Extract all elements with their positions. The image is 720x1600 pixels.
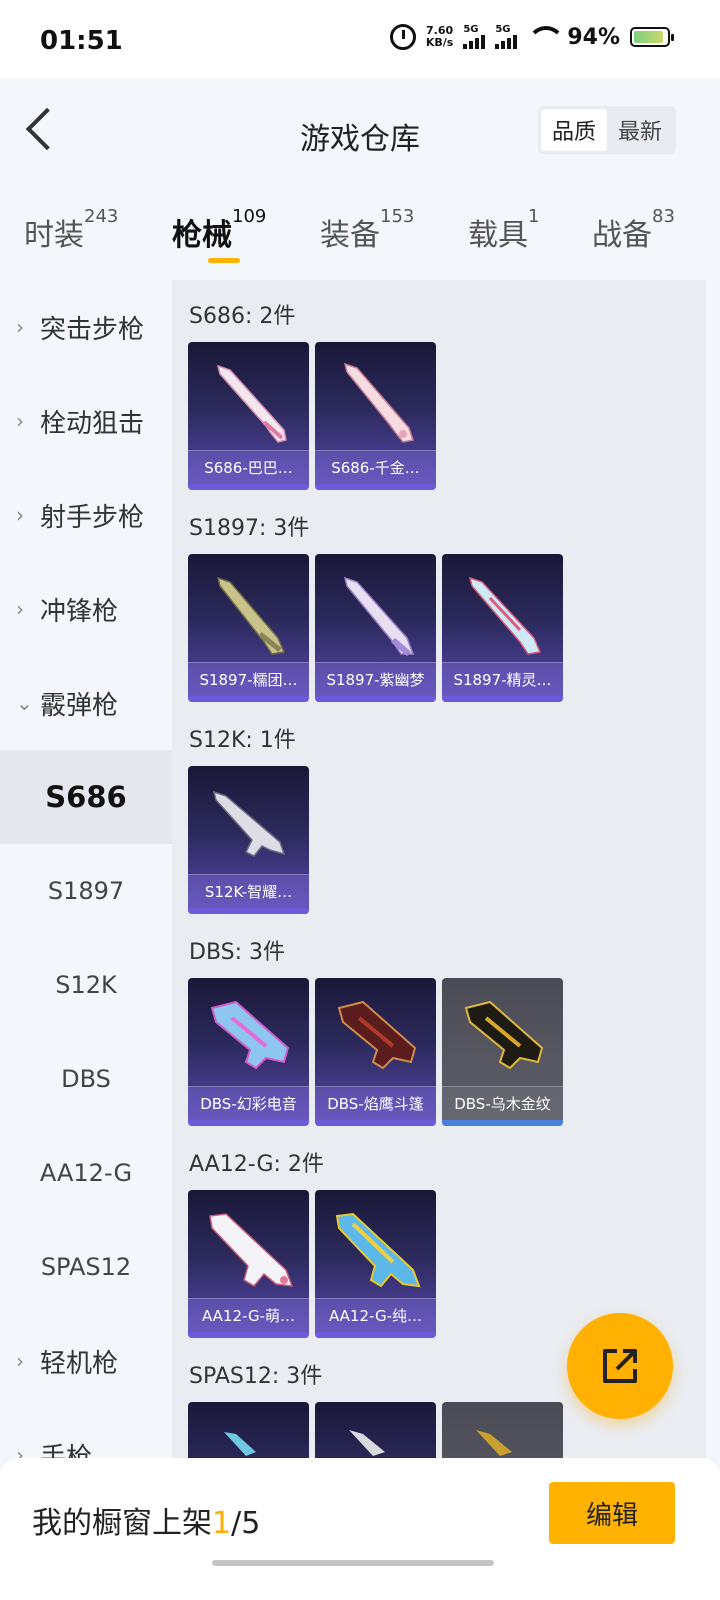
wifi-icon: [527, 26, 566, 48]
category-tabs: 时装243 枪械109 装备153 载具1 战备83: [0, 190, 720, 278]
weapon-card-label: S12K-智耀…: [188, 874, 309, 908]
weapon-card-label: S686-巴巴…: [188, 450, 309, 484]
sidebar-subitem-spas12[interactable]: SPAS12: [0, 1220, 172, 1314]
weapon-card[interactable]: DBS-焰鹰斗篷: [315, 978, 436, 1126]
shotgun-icon: [343, 576, 415, 657]
showcase-status: 我的橱窗上架1/5: [32, 1506, 261, 1541]
bottom-bar: 我的橱窗上架1/5 编辑: [0, 1458, 720, 1600]
weapon-grid: S686: 2件 S686-巴巴… S686-千金… S1897: 3件 S18…: [172, 280, 706, 1458]
sidebar-item-assault-rifle[interactable]: › 突击步枪: [0, 280, 172, 374]
weapon-card[interactable]: S1897-紫幽梦: [315, 554, 436, 702]
weapon-card[interactable]: DBS-幻彩电音: [188, 978, 309, 1126]
weapon-card[interactable]: S1897-精灵…: [442, 554, 563, 702]
status-bar: 01:51 7.60 KB/s 5G 5G 94%: [0, 0, 720, 78]
weapon-card[interactable]: [442, 1402, 563, 1458]
network-speed: 7.60 KB/s: [425, 24, 454, 49]
chevron-down-icon: ⌄: [16, 691, 33, 715]
weapon-card[interactable]: DBS-乌木金纹: [442, 978, 563, 1126]
group-title: SPAS12: 3件: [189, 1364, 323, 1389]
share-button[interactable]: [567, 1313, 673, 1419]
active-tab-indicator: [208, 258, 240, 263]
tab-equipment[interactable]: 装备153: [320, 206, 414, 254]
weapon-card-label: S1897-糯团…: [188, 662, 309, 696]
weapon-card-label: DBS-焰鹰斗篷: [315, 1086, 436, 1120]
group-title: AA12-G: 2件: [189, 1152, 324, 1177]
chevron-right-icon: ›: [16, 1349, 24, 1373]
group-title: DBS: 3件: [189, 940, 286, 965]
chevron-right-icon: ›: [16, 315, 24, 339]
shotgun-icon: [349, 1430, 385, 1456]
sidebar-item-lmg[interactable]: › 轻机枪: [0, 1314, 172, 1408]
sidebar-item-shotgun[interactable]: ⌄ 霰弹枪: [0, 656, 172, 750]
share-icon: [603, 1349, 637, 1383]
shotgun-icon: [337, 1000, 417, 1070]
chevron-right-icon: ›: [16, 503, 24, 527]
sort-latest-button[interactable]: 最新: [607, 109, 673, 151]
battery-percent: 94%: [567, 24, 620, 50]
chevron-right-icon: ›: [16, 409, 24, 433]
weapon-card[interactable]: S12K-智耀…: [188, 766, 309, 914]
sidebar-subitem-s1897[interactable]: S1897: [0, 844, 172, 938]
sort-toggle[interactable]: 品质 最新: [538, 106, 676, 154]
chevron-right-icon: ›: [16, 597, 24, 621]
weapon-card[interactable]: [315, 1402, 436, 1458]
group-title: S686: 2件: [189, 304, 296, 329]
shotgun-icon: [464, 1000, 544, 1070]
weapon-card[interactable]: S686-千金…: [315, 342, 436, 490]
sidebar-subitem-s12k[interactable]: S12K: [0, 938, 172, 1032]
weapon-card-label: S1897-紫幽梦: [315, 662, 436, 696]
weapon-card[interactable]: S1897-糯团…: [188, 554, 309, 702]
signal-icon: 5G: [495, 25, 518, 49]
sidebar-subitem-aa12g[interactable]: AA12-G: [0, 1126, 172, 1220]
rifle-icon: [335, 1212, 421, 1288]
weapon-card[interactable]: AA12-G-萌…: [188, 1190, 309, 1338]
weapon-card-label: S686-千金…: [315, 450, 436, 484]
weapon-card[interactable]: [188, 1402, 309, 1458]
tab-fashion[interactable]: 时装243: [24, 206, 118, 254]
battery-icon: [630, 27, 674, 47]
alarm-icon: [389, 24, 416, 50]
shotgun-icon: [224, 1432, 256, 1456]
sidebar-item-marksman-rifle[interactable]: › 射手步枪: [0, 468, 172, 562]
weapon-sidebar: › 突击步枪 › 栓动狙击 › 射手步枪 › 冲锋枪 ⌄ 霰弹枪 S686 S1897 S…: [0, 280, 172, 1470]
group-title: S1897: 3件: [189, 516, 310, 541]
sort-quality-button[interactable]: 品质: [541, 109, 607, 151]
shotgun-icon: [476, 1430, 512, 1456]
weapon-card[interactable]: S686-巴巴…: [188, 342, 309, 490]
weapon-card-label: DBS-幻彩电音: [188, 1086, 309, 1120]
sidebar-item-smg[interactable]: › 冲锋枪: [0, 562, 172, 656]
tab-gear[interactable]: 战备83: [592, 206, 675, 254]
status-icons: 7.60 KB/s 5G 5G 94%: [389, 24, 674, 50]
rifle-icon: [212, 790, 286, 857]
app-header: 游戏仓库 品质 最新: [0, 78, 720, 188]
tab-weapons[interactable]: 枪械109: [172, 206, 266, 254]
signal-icon: 5G: [463, 25, 486, 49]
shotgun-icon: [216, 364, 287, 443]
weapon-card-label: DBS-乌木金纹: [442, 1086, 563, 1120]
shotgun-icon: [468, 576, 542, 655]
sidebar-subitem-s686[interactable]: S686: [0, 750, 172, 844]
status-time: 01:51: [40, 26, 123, 56]
shotgun-icon: [343, 362, 414, 443]
edit-button[interactable]: 编辑: [549, 1482, 675, 1544]
home-indicator[interactable]: [212, 1560, 494, 1566]
sidebar-item-bolt-sniper[interactable]: › 栓动狙击: [0, 374, 172, 468]
rifle-icon: [209, 1213, 294, 1287]
weapon-card-label: AA12-G-纯…: [315, 1298, 436, 1332]
sidebar-subitem-dbs[interactable]: DBS: [0, 1032, 172, 1126]
shotgun-icon: [210, 1000, 290, 1070]
weapon-card-label: S1897-精灵…: [442, 662, 563, 696]
weapon-card-label: AA12-G-萌…: [188, 1298, 309, 1332]
weapon-card[interactable]: AA12-G-纯…: [315, 1190, 436, 1338]
group-title: S12K: 1件: [189, 728, 296, 753]
tab-vehicles[interactable]: 载具1: [468, 206, 539, 254]
shotgun-icon: [216, 576, 286, 655]
